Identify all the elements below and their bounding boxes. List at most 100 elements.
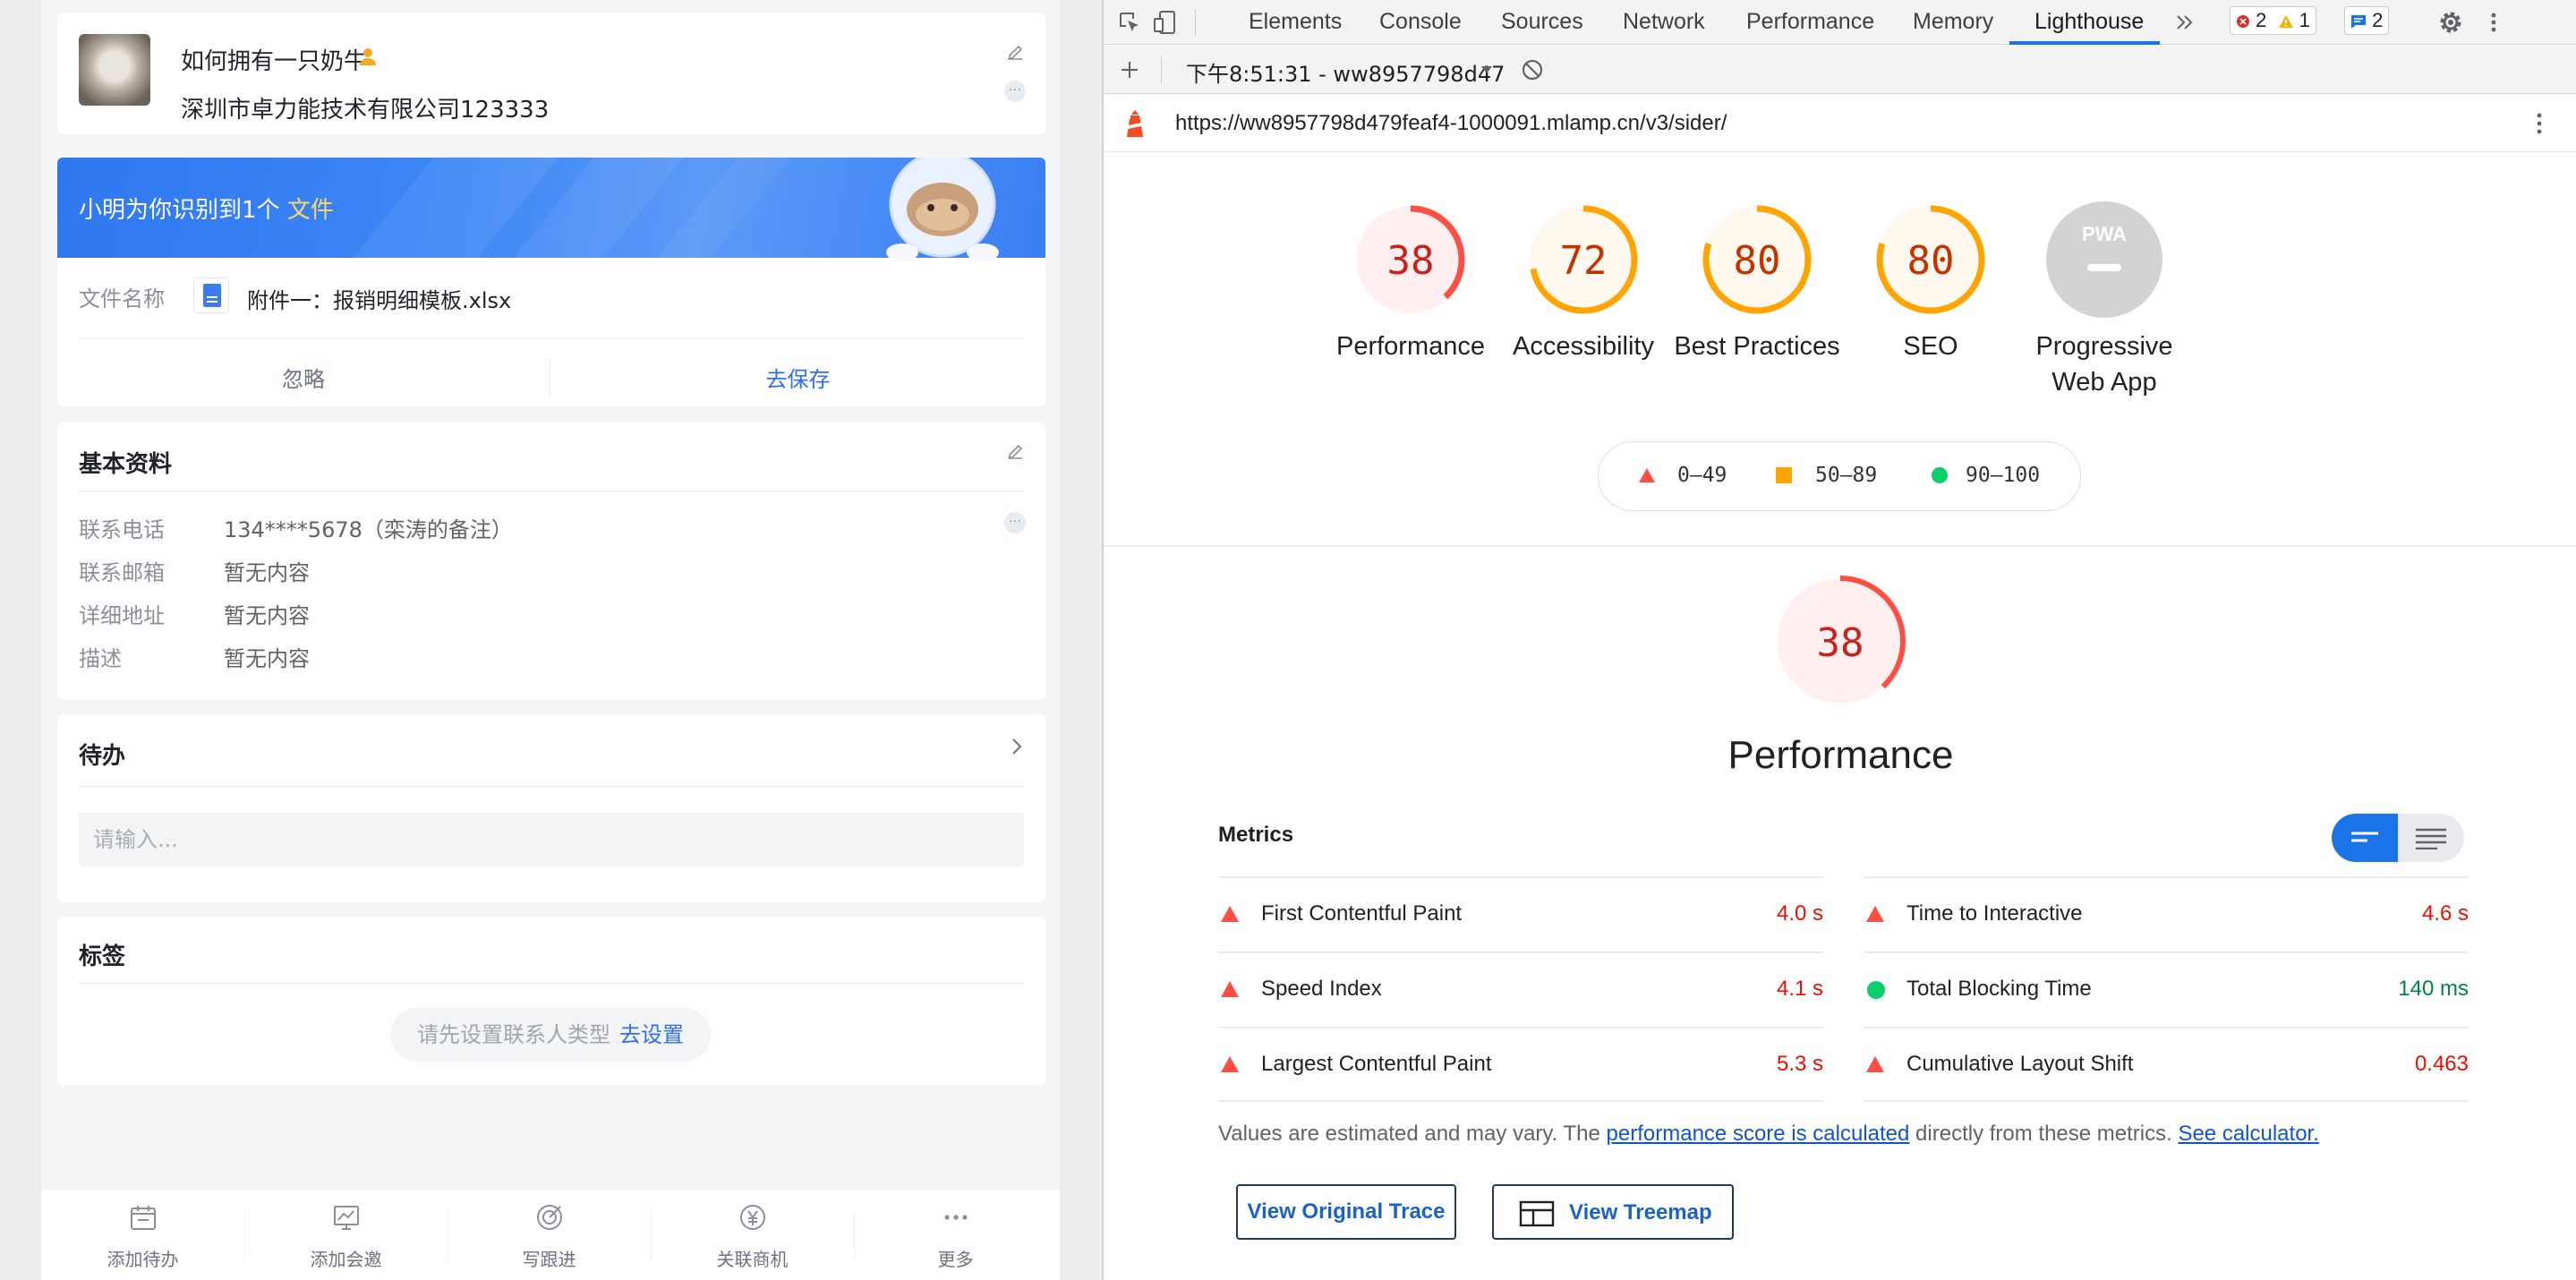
metrics-disclaimer: Values are estimated and may vary. The p… — [1218, 1122, 2319, 1147]
metric-row: Largest Contentful Paint 5.3 s — [1218, 1027, 1823, 1102]
clear-all-icon[interactable] — [1521, 58, 1544, 81]
tab-lighthouse[interactable]: Lighthouse — [2034, 0, 2144, 45]
compact-view-button[interactable] — [2332, 814, 2398, 862]
link-opportunity-button[interactable]: 关联商机 — [651, 1190, 854, 1280]
metric-value: 5.3 s — [1776, 1052, 1823, 1076]
devtools-panel: Elements Console Sources Network Perform… — [1102, 0, 2576, 1280]
metric-name: First Contentful Paint — [1261, 901, 1463, 926]
metric-value: 4.0 s — [1776, 901, 1823, 926]
ignore-button[interactable]: 忽略 — [57, 354, 550, 405]
address-value: 暂无内容 — [224, 603, 310, 628]
tab-elements[interactable]: Elements — [1249, 0, 1342, 45]
lighthouse-logo-icon — [1127, 110, 1143, 137]
more-options-icon[interactable]: ··· — [1004, 81, 1026, 102]
device-toolbar-icon[interactable] — [1152, 9, 1179, 36]
bottom-item-label: 添加待办 — [107, 1249, 179, 1270]
bottom-item-label: 添加会邀 — [310, 1249, 382, 1270]
report-menu-icon[interactable] — [2529, 111, 2550, 136]
detect-message: 小明为你识别到1个 文件 — [79, 192, 334, 225]
gauge-accessibility[interactable]: 72 Accessibility — [1498, 200, 1668, 364]
tab-memory[interactable]: Memory — [1913, 0, 1993, 45]
report-url[interactable]: https://ww8957798d479feaf4-1000091.mlamp… — [1175, 111, 1727, 136]
tab-performance[interactable]: Performance — [1746, 0, 1874, 45]
gauge-pwa[interactable]: PWA Progressive Web App — [2019, 200, 2189, 400]
gauge-label: Progressive Web App — [2035, 332, 2173, 397]
chevron-right-icon[interactable] — [1008, 736, 1026, 757]
plus-icon[interactable] — [1118, 58, 1141, 81]
score-value: 80 — [1907, 238, 1955, 284]
phone-label: 联系电话 — [79, 517, 165, 542]
email-label: 联系邮箱 — [79, 560, 165, 585]
messages-badge[interactable]: 2 — [2344, 6, 2390, 35]
fail-triangle-icon — [1221, 981, 1239, 997]
divider — [1104, 545, 2576, 547]
more-tabs-chevron-icon[interactable] — [2174, 13, 2196, 32]
view-treemap-button[interactable]: View Treemap — [1492, 1184, 1734, 1240]
metric-row: Speed Index 4.1 s — [1218, 951, 1823, 1027]
tab-console[interactable]: Console — [1379, 0, 1462, 45]
detect-prefix: 小明为你识别到1个 — [79, 197, 280, 224]
profile-card: 如何拥有一只奶牛 深圳市卓力能技术有限公司123333 ··· — [57, 13, 1045, 134]
yuan-coin-icon — [740, 1205, 765, 1230]
add-meeting-button[interactable]: 添加会邀 — [244, 1190, 448, 1280]
contact-detail-page: 如何拥有一只奶牛 深圳市卓力能技术有限公司123333 ··· 小明为你识别到1… — [41, 0, 1060, 1280]
metrics-view-toggle[interactable] — [2332, 814, 2464, 862]
score-value: 72 — [1560, 238, 1608, 284]
warnings-count: 1 — [2299, 9, 2310, 31]
bottom-action-bar: 添加待办 添加会邀 写跟进 关联商机 更多 — [41, 1189, 1060, 1280]
save-button[interactable]: 去保存 — [550, 354, 1045, 405]
fail-triangle-icon — [1866, 1056, 1884, 1072]
dropdown-arrow-icon[interactable] — [1480, 64, 1494, 76]
gauge-label: Accessibility — [1513, 332, 1654, 361]
phone-value[interactable]: 134****5678（栾涛的备注） — [224, 512, 513, 543]
gauge-best-practices[interactable]: 80 Best Practices — [1672, 200, 1842, 364]
errors-badge[interactable]: 2 1 — [2230, 6, 2316, 35]
compact-list-icon — [2351, 832, 2378, 842]
metric-name: Cumulative Layout Shift — [1906, 1052, 2134, 1076]
tab-sources[interactable]: Sources — [1501, 0, 1583, 45]
fail-triangle-icon — [1866, 906, 1884, 922]
score-value: 38 — [1387, 238, 1435, 284]
metric-name: Speed Index — [1261, 977, 1382, 1001]
expanded-view-button[interactable] — [2398, 814, 2464, 862]
add-todo-button[interactable]: 添加待办 — [41, 1190, 244, 1280]
tab-network[interactable]: Network — [1623, 0, 1705, 45]
set-contact-type-pill: 请先设置联系人类型 去设置 — [390, 1008, 711, 1062]
view-original-trace-button[interactable]: View Original Trace — [1236, 1184, 1456, 1240]
fail-triangle-icon — [1639, 468, 1655, 482]
messages-count: 2 — [2372, 9, 2384, 31]
bottom-item-label: 关联商机 — [716, 1249, 789, 1270]
astronaut-mascot-icon — [886, 158, 999, 261]
address-label: 详细地址 — [79, 603, 165, 628]
edit-icon[interactable] — [1004, 440, 1026, 462]
edit-icon[interactable] — [1004, 41, 1026, 63]
detect-highlight[interactable]: 文件 — [287, 197, 334, 224]
pass-circle-icon — [1867, 981, 1885, 999]
inspect-element-icon[interactable] — [1116, 9, 1143, 36]
description-value: 暂无内容 — [224, 646, 310, 671]
kebab-menu-icon[interactable] — [2480, 9, 2507, 36]
more-button[interactable]: 更多 — [854, 1190, 1057, 1280]
metric-name: Time to Interactive — [1906, 901, 2083, 926]
file-detect-card: 小明为你识别到1个 文件 文件名称 附件一：报销明细模板.xlsx 忽略 去保存 — [57, 158, 1045, 406]
gauge-seo[interactable]: 80 SEO — [1846, 200, 2016, 364]
file-name[interactable]: 附件一：报销明细模板.xlsx — [247, 283, 511, 314]
report-selector[interactable]: 下午8:51:31 - ww8957798d47 — [1186, 56, 1505, 88]
more-options-icon[interactable]: ··· — [1004, 512, 1026, 533]
go-setup-link[interactable]: 去设置 — [619, 1022, 684, 1047]
score-calculated-link[interactable]: performance score is calculated — [1607, 1122, 1910, 1146]
divider — [1161, 56, 1162, 83]
todo-card: 待办 请输入... — [57, 714, 1045, 902]
todo-input[interactable]: 请输入... — [79, 813, 1024, 866]
avatar[interactable] — [79, 34, 150, 106]
see-calculator-link[interactable]: See calculator. — [2178, 1122, 2318, 1146]
gauge-performance[interactable]: 38 Performance — [1326, 200, 1496, 364]
score-legend: 0–49 50–89 90–100 — [1598, 441, 2081, 511]
settings-gear-icon[interactable] — [2437, 9, 2464, 36]
contact-name: 如何拥有一只奶牛 — [181, 48, 368, 75]
email-value: 暂无内容 — [224, 560, 310, 585]
bottom-item-label: 写跟进 — [522, 1249, 576, 1270]
metric-value: 0.463 — [2414, 1052, 2469, 1076]
write-followup-button[interactable]: 写跟进 — [448, 1190, 651, 1280]
note-text: Values are estimated and may vary. The — [1218, 1122, 1607, 1146]
